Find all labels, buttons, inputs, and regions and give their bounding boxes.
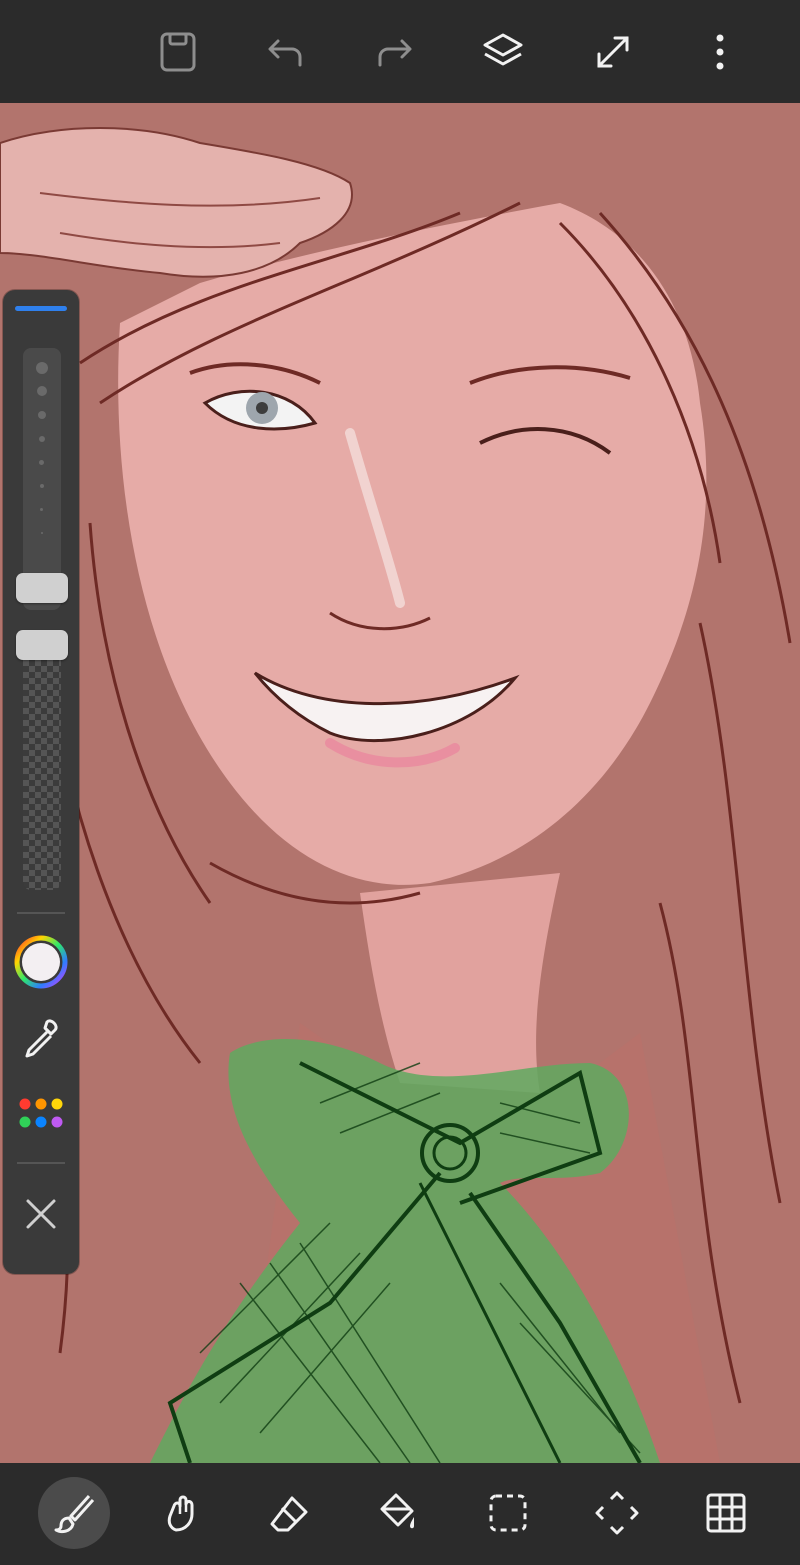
panel-divider bbox=[17, 912, 65, 914]
close-panel-button[interactable] bbox=[13, 1186, 69, 1242]
brush-size-slider[interactable] bbox=[23, 348, 61, 610]
close-icon bbox=[26, 1199, 56, 1229]
more-icon bbox=[716, 34, 724, 70]
color-wheel-icon bbox=[14, 935, 68, 989]
eraser-tool-button[interactable] bbox=[253, 1477, 325, 1549]
palette-icon bbox=[19, 1098, 63, 1128]
size-tick bbox=[40, 508, 43, 511]
size-tick bbox=[40, 484, 44, 488]
brush-opacity-slider[interactable] bbox=[23, 630, 61, 890]
save-button[interactable] bbox=[152, 26, 204, 78]
brush-side-panel bbox=[3, 290, 79, 1274]
save-icon bbox=[160, 32, 196, 72]
more-button[interactable] bbox=[694, 26, 746, 78]
bottom-toolbar bbox=[0, 1463, 800, 1565]
fill-tool-button[interactable] bbox=[362, 1477, 434, 1549]
selection-tool-button[interactable] bbox=[472, 1477, 544, 1549]
smudge-tool-button[interactable] bbox=[145, 1477, 217, 1549]
panel-divider bbox=[17, 1162, 65, 1164]
undo-icon bbox=[268, 39, 302, 67]
size-tick bbox=[36, 362, 48, 374]
color-picker-button[interactable] bbox=[13, 934, 69, 990]
artwork-illustration bbox=[0, 103, 800, 1463]
size-tick bbox=[39, 460, 44, 465]
layers-icon bbox=[483, 33, 523, 66]
smudge-icon bbox=[167, 1495, 194, 1532]
grid-icon bbox=[706, 1493, 746, 1533]
eraser-icon bbox=[270, 1496, 308, 1532]
fullscreen-icon bbox=[597, 36, 629, 68]
layers-button[interactable] bbox=[477, 26, 529, 78]
brush-icon bbox=[54, 1494, 95, 1534]
undo-button[interactable] bbox=[260, 26, 312, 78]
eyedropper-button[interactable] bbox=[13, 1010, 69, 1066]
size-tick bbox=[37, 386, 47, 396]
brush-size-thumb[interactable] bbox=[16, 573, 68, 603]
selection-icon bbox=[489, 1494, 527, 1532]
size-tick bbox=[41, 532, 43, 534]
transform-tool-button[interactable] bbox=[581, 1477, 653, 1549]
fill-icon bbox=[380, 1493, 414, 1529]
fullscreen-button[interactable] bbox=[587, 26, 639, 78]
transform-icon bbox=[595, 1491, 639, 1535]
grid-tool-button[interactable] bbox=[690, 1477, 762, 1549]
palette-button[interactable] bbox=[13, 1086, 69, 1142]
brush-tool-button[interactable] bbox=[38, 1477, 110, 1549]
size-tick bbox=[38, 411, 46, 419]
redo-button[interactable] bbox=[368, 26, 420, 78]
redo-icon bbox=[378, 39, 412, 67]
brush-opacity-thumb[interactable] bbox=[16, 630, 68, 660]
eyedropper-icon bbox=[25, 1019, 58, 1058]
top-toolbar bbox=[0, 0, 800, 103]
drawing-canvas[interactable] bbox=[0, 103, 800, 1463]
size-tick bbox=[39, 436, 45, 442]
panel-accent-bar bbox=[15, 306, 67, 311]
